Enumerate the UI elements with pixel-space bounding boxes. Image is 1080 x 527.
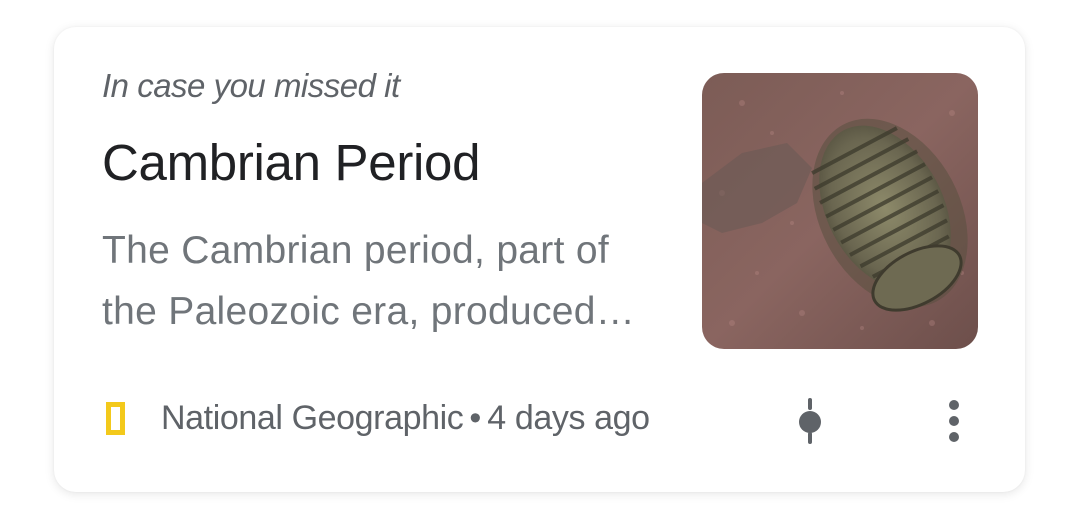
more-options-button[interactable] <box>930 393 978 449</box>
snippet-line-1: The Cambrian period, part of <box>102 229 609 272</box>
news-card[interactable]: In case you missed it Cambrian Period Th… <box>54 27 1025 492</box>
trilobite-fossil-image <box>702 73 978 349</box>
card-thumbnail[interactable] <box>702 73 978 349</box>
snippet-line-2: the Paleozoic era, produced… <box>102 290 636 333</box>
follow-topic-button[interactable] <box>786 393 834 449</box>
follow-topic-icon <box>799 398 821 444</box>
more-vert-icon <box>949 400 959 442</box>
national-geographic-logo-icon <box>106 401 125 435</box>
card-snippet: The Cambrian period, part of the Paleozo… <box>102 220 692 342</box>
source-name[interactable]: National Geographic <box>161 399 464 438</box>
card-footer: National Geographic • 4 days ago <box>102 393 650 443</box>
card-title[interactable]: Cambrian Period <box>102 133 480 192</box>
timestamp: 4 days ago <box>487 398 650 437</box>
card-eyebrow: In case you missed it <box>102 67 400 104</box>
separator: • <box>469 398 482 437</box>
